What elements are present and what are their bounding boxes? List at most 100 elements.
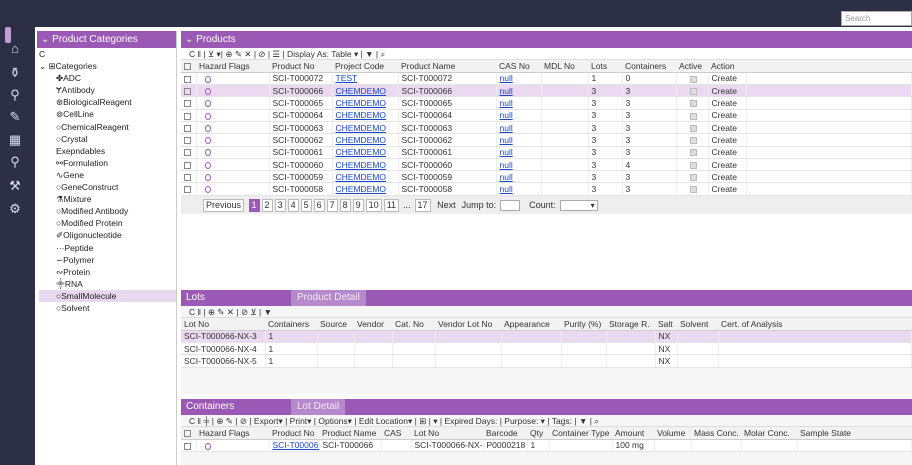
page-button[interactable]: 1 [248, 198, 260, 212]
page-button[interactable]: 17 [414, 198, 431, 212]
refresh-icon[interactable]: C [39, 48, 176, 60]
cas-link[interactable]: null [500, 184, 513, 194]
table-row[interactable]: SCI-T000066-NX-5 1 NX [181, 354, 912, 368]
grid-icon[interactable]: ▦ [3, 131, 27, 149]
create-action[interactable]: Create [708, 121, 747, 135]
page-button[interactable]: 6 [313, 198, 325, 212]
page-button[interactable]: 10 [365, 198, 382, 212]
project-code-link[interactable]: CHEMDEMO [336, 184, 387, 194]
active-checkbox[interactable] [690, 75, 697, 83]
row-checkbox[interactable] [181, 84, 197, 98]
page-button[interactable]: 9 [352, 198, 364, 212]
tree-item[interactable]: ○SmallMolecule [39, 289, 176, 302]
project-code-link[interactable]: CHEMDEMO [336, 86, 387, 96]
tree-item[interactable]: ∾Protein [39, 266, 176, 278]
table-row[interactable]: SCI-T000060 CHEMDEMO SCI-T000060 null 3 4 Crea… [181, 158, 912, 172]
tree-item[interactable]: ⸎RNA [39, 278, 176, 290]
select-all-checkbox[interactable] [181, 60, 196, 73]
project-code-link[interactable]: CHEMDEMO [336, 147, 387, 157]
table-row[interactable]: SCI-T000066 SCI-T000066 SCI-T000066-NX-3 P0… [181, 439, 912, 453]
create-action[interactable]: Create [708, 170, 747, 184]
create-action[interactable]: Create [708, 109, 747, 122]
tab-containers[interactable]: Containers [186, 401, 234, 412]
tab-lot-detail[interactable]: Lot Detail [291, 399, 346, 415]
tab-product-detail[interactable]: Product Detail [291, 290, 366, 306]
tree-item[interactable]: ⊛BiologicalReagent [39, 96, 176, 108]
page-button[interactable]: 8 [339, 198, 351, 212]
cas-link[interactable]: null [500, 110, 513, 120]
tree-item[interactable]: ···Peptide [39, 242, 176, 254]
create-action[interactable]: Create [708, 158, 747, 172]
active-checkbox[interactable] [690, 100, 697, 108]
page-button[interactable]: 3 [274, 198, 286, 212]
tree-root[interactable]: ⌄ ⊞Categories [39, 60, 176, 72]
tree-item[interactable]: ⚗Mixture [39, 193, 176, 205]
row-checkbox[interactable] [181, 121, 197, 135]
table-row[interactable]: SCI-T000072 TEST SCI-T000072 null 1 0 Create [181, 72, 912, 86]
tree-item[interactable]: ○Modified Antibody [39, 205, 176, 217]
row-checkbox[interactable] [181, 72, 197, 86]
display-as-select[interactable]: Table [331, 49, 351, 59]
next-button[interactable]: Next [435, 200, 458, 211]
tree-item[interactable]: ∽Polymer [39, 254, 176, 266]
tree-item[interactable]: ∿Gene [39, 169, 176, 181]
tree-item[interactable]: Exepndables [39, 145, 176, 157]
tree-item[interactable]: ○Modified Protein [39, 217, 176, 229]
project-code-link[interactable]: CHEMDEMO [336, 160, 387, 170]
page-button[interactable]: 11 [383, 198, 400, 212]
row-checkbox[interactable] [181, 146, 197, 159]
row-checkbox[interactable] [181, 133, 197, 147]
project-code-link[interactable]: CHEMDEMO [336, 172, 387, 182]
tab-lots[interactable]: Lots [186, 292, 205, 303]
search-input[interactable]: Search [841, 11, 912, 26]
containers-toolbar[interactable]: C ‖ ╪ | ⊕ ✎ | ⊘ | Export▾ | Print▾ | Opt… [181, 415, 912, 427]
cas-link[interactable]: null [500, 135, 513, 145]
active-checkbox[interactable] [690, 186, 697, 194]
tree-item[interactable]: ✤ADC [39, 72, 176, 84]
row-checkbox[interactable] [181, 182, 197, 196]
create-action[interactable]: Create [708, 72, 747, 86]
table-row[interactable]: SCI-T000063 CHEMDEMO SCI-T000063 null 3 3 Crea… [181, 121, 912, 135]
active-checkbox[interactable] [690, 112, 697, 120]
table-row[interactable]: SCI-T000058 CHEMDEMO SCI-T000058 null 3 3 Crea… [181, 182, 912, 196]
table-row[interactable]: SCI-T000061 CHEMDEMO SCI-T000061 null 3 3 Crea… [181, 146, 912, 159]
active-checkbox[interactable] [690, 149, 697, 157]
project-code-link[interactable]: CHEMDEMO [336, 110, 387, 120]
row-checkbox[interactable] [181, 96, 197, 110]
active-checkbox[interactable] [690, 137, 697, 145]
active-checkbox[interactable] [690, 174, 697, 182]
tree-item[interactable]: ○GeneConstruct [39, 181, 176, 193]
cas-link[interactable]: null [500, 86, 513, 96]
cas-link[interactable]: null [500, 172, 513, 182]
product-no-link[interactable]: SCI-T000066 [273, 440, 319, 450]
row-checkbox[interactable] [181, 439, 197, 453]
table-row[interactable]: SCI-T000062 CHEMDEMO SCI-T000062 null 3 3 Crea… [181, 133, 912, 147]
page-button[interactable]: 4 [287, 198, 299, 212]
active-checkbox[interactable] [690, 87, 697, 95]
cas-link[interactable]: null [500, 98, 513, 108]
home-icon[interactable]: ⌂ [3, 40, 27, 58]
create-action[interactable]: Create [708, 84, 747, 98]
page-button[interactable]: 2 [261, 198, 273, 212]
cas-link[interactable]: null [500, 123, 513, 133]
active-checkbox[interactable] [690, 124, 697, 132]
row-checkbox[interactable] [181, 170, 197, 184]
pen-icon[interactable]: ✎ [3, 108, 27, 126]
lens-icon[interactable]: ⚲ [3, 153, 27, 171]
row-checkbox[interactable] [181, 158, 197, 172]
project-code-link[interactable]: CHEMDEMO [336, 98, 387, 108]
table-row[interactable]: SCI-T000064 CHEMDEMO SCI-T000064 null 3 3 Crea… [181, 109, 912, 122]
tree-item[interactable]: ⊚CellLine [39, 108, 176, 120]
active-checkbox[interactable] [690, 161, 697, 169]
table-row[interactable]: SCI-T000059 CHEMDEMO SCI-T000059 null 3 3 Crea… [181, 170, 912, 184]
tree-item[interactable]: ⚯Formulation [39, 157, 176, 169]
tree-item[interactable]: ○ChemicalReagent [39, 121, 176, 133]
page-button[interactable]: 7 [326, 198, 338, 212]
count-select[interactable]: ▾ [559, 199, 598, 211]
table-row[interactable]: SCI-T000066 CHEMDEMO SCI-T000066 null 3 3 Crea… [181, 84, 912, 98]
table-row[interactable]: SCI-T000066-NX-4 1 NX [181, 342, 912, 356]
tree-item[interactable]: ɎAntibody [39, 84, 176, 96]
location-icon[interactable]: ⚲ [3, 86, 27, 104]
tree-item[interactable]: ✐Oligonucleotide [39, 229, 176, 241]
create-action[interactable]: Create [708, 146, 747, 159]
